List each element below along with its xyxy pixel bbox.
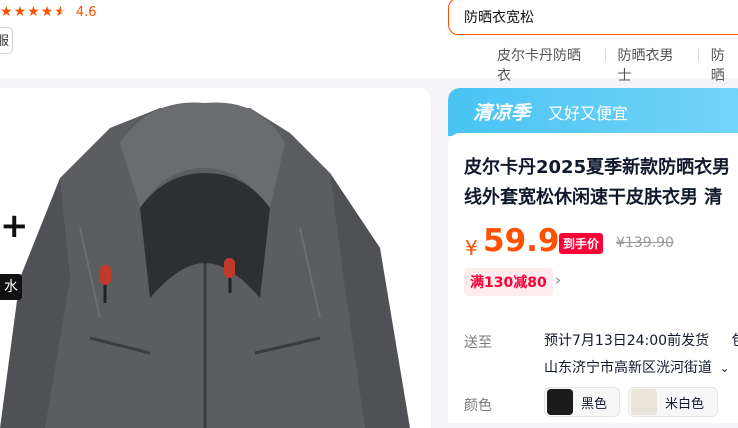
star-icon: ★ xyxy=(13,4,27,20)
product-detail-panel: 皮尔卡丹2025夏季新款防晒衣男 线外套宽松休闲速干皮肤衣男 清 ¥ 59.9 … xyxy=(448,133,738,423)
half-star-icon: ★ xyxy=(54,4,67,20)
chevron-right-icon[interactable]: › xyxy=(555,271,561,289)
coupon-badge[interactable]: 满130减80 xyxy=(464,268,553,296)
price-value: 59.9 xyxy=(483,223,560,259)
address-text[interactable]: 山东济宁市高新区洸河街道 xyxy=(544,360,712,376)
rating-stars: ★ ★ ★ ★ ★ 4.6 xyxy=(0,3,97,21)
product-image-panel[interactable]: + 水 xyxy=(0,88,431,428)
search-input[interactable]: 防晒衣宽松 xyxy=(464,7,534,27)
overlay-plus-text: + xyxy=(0,206,29,246)
hot-search-link[interactable]: 防晒衣男士 xyxy=(618,45,686,85)
product-title-line-1: 皮尔卡丹2025夏季新款防晒衣男 xyxy=(464,157,731,178)
rating-value: 4.6 xyxy=(75,4,97,20)
overlay-badge: 水 xyxy=(0,274,22,300)
color-option-black[interactable]: 黑色 xyxy=(544,387,620,417)
jacket-image xyxy=(0,102,410,428)
final-price-badge: 到手价 xyxy=(559,233,604,254)
hot-search-link[interactable]: 皮尔卡丹防晒衣 xyxy=(497,45,593,85)
shipping-eta-text: 预计7月13日24:00前发货 xyxy=(544,333,710,349)
divider xyxy=(604,48,606,61)
price-currency: ¥ xyxy=(465,236,478,260)
color-swatch xyxy=(631,389,657,415)
star-icon: ★ xyxy=(27,4,40,20)
product-title-line-2: 线外套宽松休闲速干皮肤衣男 清 xyxy=(464,187,723,208)
star-icon: ★ xyxy=(40,4,54,20)
banner-slogan: 又好又便宜 xyxy=(548,104,629,123)
shipping-label: 送至 xyxy=(464,335,492,351)
shipping-extra: 包邮 xyxy=(732,333,738,349)
original-price: ¥139.90 xyxy=(616,235,674,251)
hot-search-list: 皮尔卡丹防晒衣 防晒衣男士 防晒 xyxy=(497,45,738,85)
star-icon: ★ xyxy=(0,4,13,20)
shipping-address[interactable]: 山东济宁市高新区洸河街道 ⌄ xyxy=(544,357,730,377)
search-box[interactable]: 防晒衣宽松 xyxy=(448,0,738,35)
promo-banner[interactable]: 清凉季 又好又便宜 xyxy=(448,88,738,136)
shop-button[interactable]: 服 xyxy=(0,27,13,54)
shipping-eta: 预计7月13日24:00前发货 包邮 xyxy=(544,330,738,350)
hot-search-link[interactable]: 防晒 xyxy=(711,45,738,85)
divider xyxy=(697,48,699,61)
color-label: 颜色 xyxy=(464,398,492,414)
top-bar: ★ ★ ★ ★ ★ 4.6 服 防晒衣宽松 皮尔卡丹防晒衣 防晒衣男士 防晒 xyxy=(0,0,738,84)
banner-brand: 清凉季 xyxy=(473,102,531,124)
color-swatch xyxy=(547,389,573,415)
color-option-offwhite[interactable]: 米白色 xyxy=(628,387,718,417)
chevron-down-icon[interactable]: ⌄ xyxy=(719,361,729,375)
